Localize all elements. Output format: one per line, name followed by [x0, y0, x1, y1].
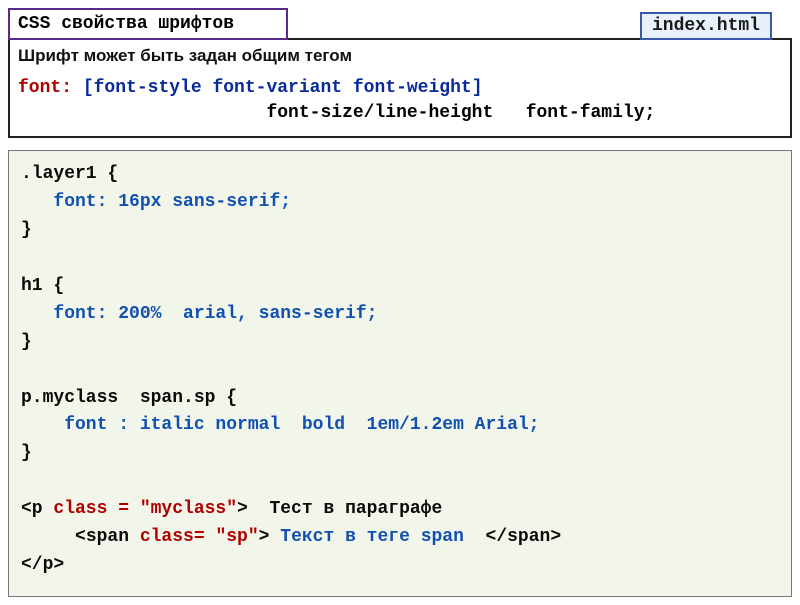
span-attr: class= "sp" [140, 527, 259, 547]
span-gt: > [259, 527, 270, 547]
indent [18, 103, 266, 123]
rule3-decl: font : italic normal bold 1em/1.2em Aria… [21, 415, 539, 435]
span-text: Текст в теге span [269, 527, 485, 547]
p-rest: > Тест в параграфе [237, 499, 442, 519]
rule1-close: } [21, 220, 32, 240]
header-row: CSS свойства шрифтов index.html [8, 8, 792, 40]
syntax-caption: Шрифт может быть задан общим тегом [18, 46, 782, 66]
syntax-box: Шрифт может быть задан общим тегом font:… [8, 38, 792, 138]
rule2-close: } [21, 332, 32, 352]
indent [21, 527, 75, 547]
syntax-code: font: [font-style font-variant font-weig… [18, 76, 782, 126]
p-attr: class = "myclass" [53, 499, 237, 519]
rule1-decl: font: 16px sans-serif; [21, 192, 291, 212]
font-keyword: font: [18, 78, 72, 98]
span-end: </span> [486, 527, 562, 547]
rule2-selector: h1 { [21, 276, 64, 296]
rule3-selector: p.myclass span.sp { [21, 388, 237, 408]
font-required-params: font-size/line-height font-family; [266, 103, 655, 123]
p-open: <p [21, 499, 53, 519]
filename-badge: index.html [640, 12, 772, 40]
p-close: </p> [21, 555, 64, 575]
code-example: .layer1 { font: 16px sans-serif; } h1 { … [8, 150, 792, 596]
rule3-close: } [21, 443, 32, 463]
font-optional-params: [font-style font-variant font-weight] [83, 78, 483, 98]
page-title: CSS свойства шрифтов [8, 8, 288, 40]
rule1-selector: .layer1 { [21, 164, 118, 184]
span-open: <span [75, 527, 140, 547]
rule2-decl: font: 200% arial, sans-serif; [21, 304, 377, 324]
